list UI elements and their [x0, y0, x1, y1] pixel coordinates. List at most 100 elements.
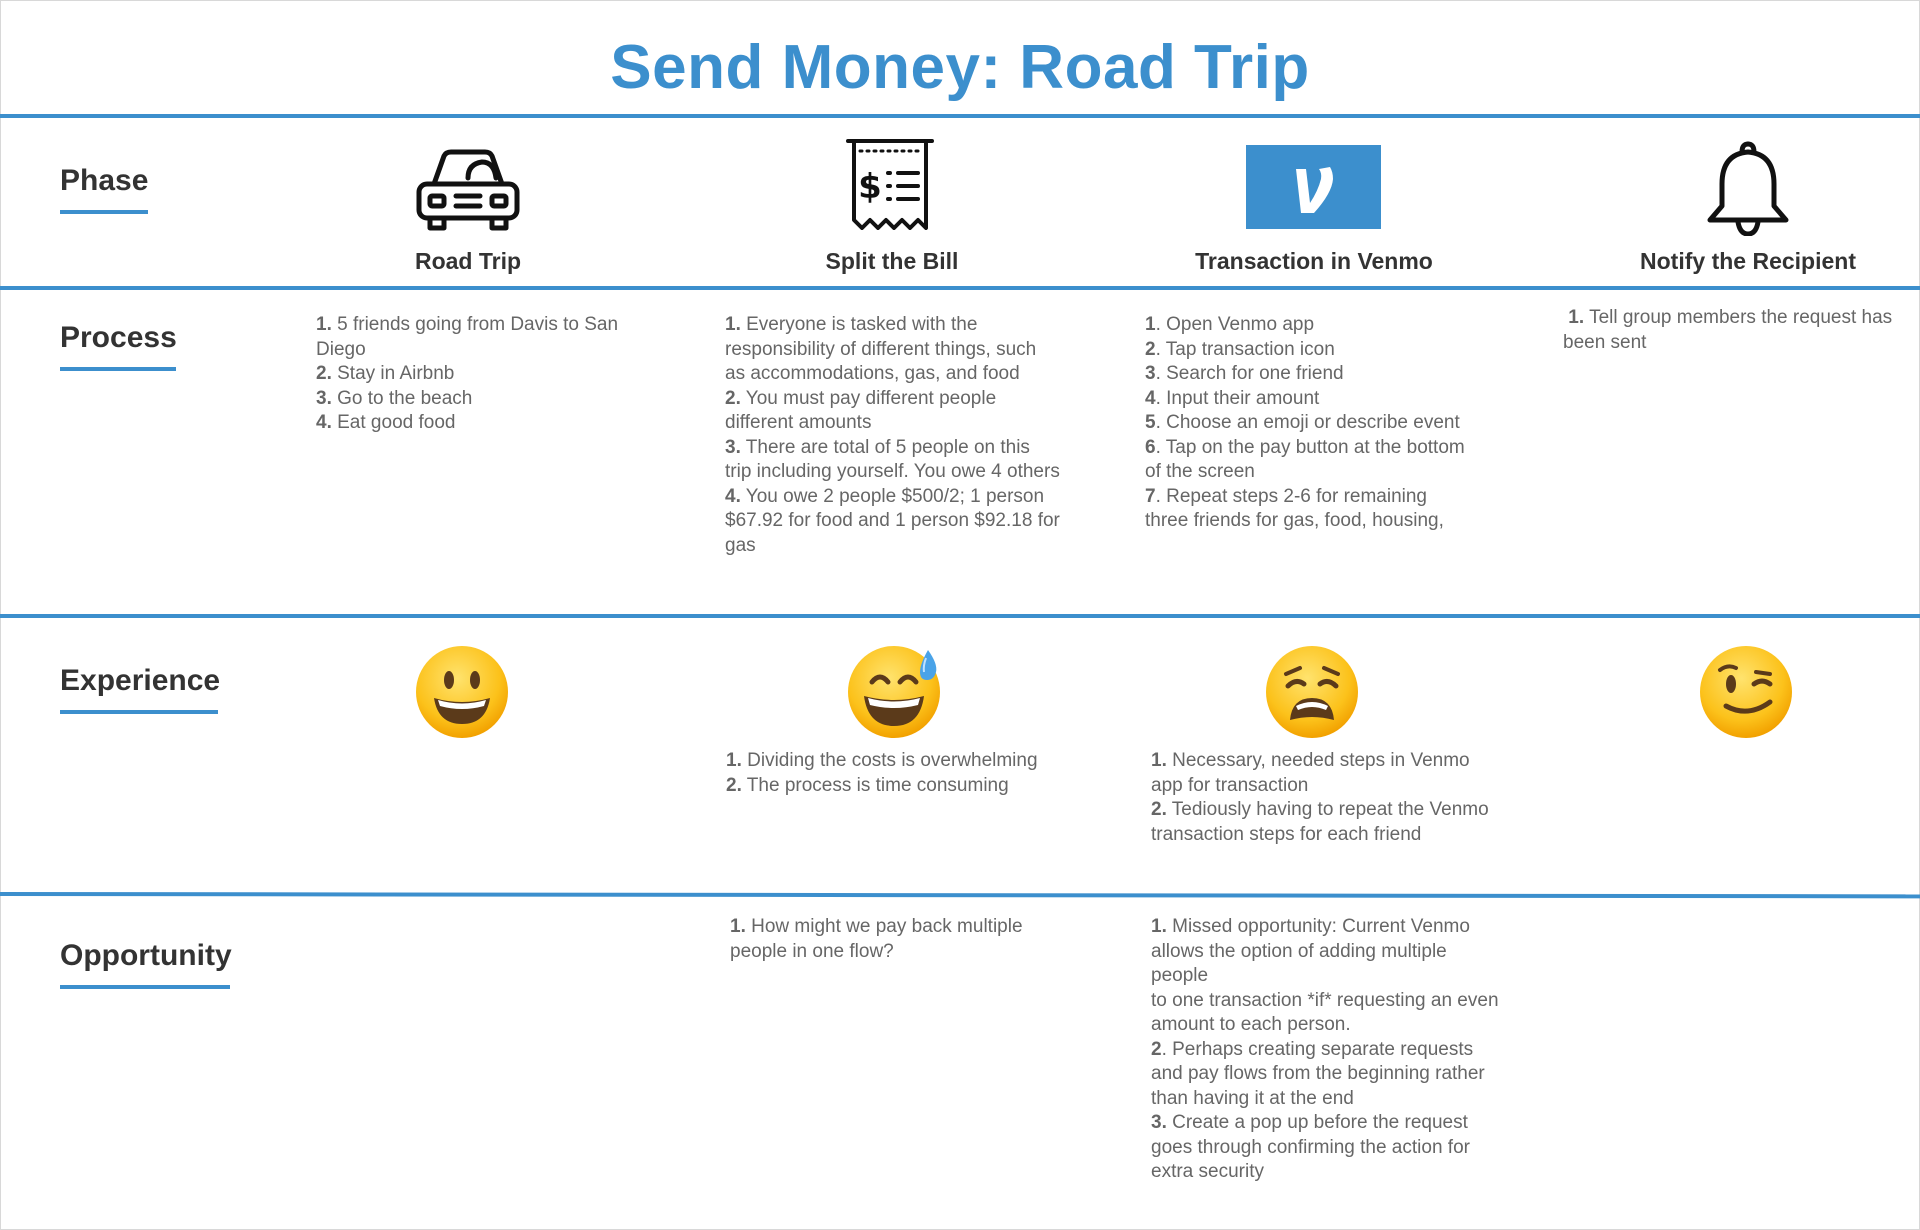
item-number: 1. [1151, 916, 1167, 937]
receipt-icon: $ [846, 139, 934, 230]
item-number: 3. [1151, 1112, 1167, 1133]
item-number: 3 [1145, 363, 1156, 384]
row-label-experience-text: Experience [60, 664, 221, 697]
list-item: 3. There are total of 5 people on this t… [725, 436, 1060, 485]
list-item: 1. How might we pay back multiple people… [730, 915, 1060, 964]
list-item: 1. Missed opportunity: Current Venmo all… [1151, 915, 1501, 989]
item-number: 1. [1151, 750, 1167, 771]
item-text: Missed opportunity: Current Venmo allows… [1151, 916, 1470, 986]
item-text: . Input their amount [1155, 387, 1320, 409]
phase-name-venmo: Transaction in Venmo [1195, 248, 1433, 274]
item-text: . Open Venmo app [1155, 314, 1315, 335]
list-item: 4. You owe 2 people $500/2; 1 person $67… [725, 485, 1060, 559]
item-text: . Choose an emoji or describe event [1155, 412, 1460, 433]
phase-name-road-trip: Road Trip [414, 248, 522, 274]
item-number: 1. [1568, 307, 1585, 328]
item-text: Tediously having to repeat the Venmo tra… [1151, 799, 1489, 845]
row-label-experience: Experience [60, 664, 220, 714]
row-label-underline [60, 367, 176, 371]
item-text: . Perhaps creating separate requests and… [1151, 1038, 1485, 1109]
sweat-smile-face-icon [848, 646, 940, 738]
item-text: . Tap transaction icon [1155, 338, 1335, 360]
item-text: Necessary, needed steps in Venmo app for… [1151, 750, 1470, 796]
divider-header [0, 114, 1920, 118]
row-label-phase: Phase [60, 164, 148, 214]
winking-face-icon [1700, 646, 1792, 738]
row-label-underline [60, 210, 148, 214]
item-text: How might we pay back multiple people in… [730, 916, 1023, 962]
list-item: 5. Choose an emoji or describe event [1145, 411, 1475, 436]
item-number: 5 [1145, 412, 1156, 433]
item-number: 3. [725, 436, 741, 458]
item-number: 1. [726, 750, 742, 771]
divider-phase [0, 286, 1920, 290]
experience-notes-venmo: 1. Necessary, needed steps in Venmo app … [1151, 749, 1496, 847]
row-label-opportunity-text: Opportunity [60, 939, 232, 972]
venmo-v-icon [1296, 167, 1333, 213]
item-number: 2 [1151, 1038, 1162, 1060]
item-text: Create a pop up before the request goes … [1151, 1112, 1470, 1182]
item-text: Stay in Airbnb [331, 363, 455, 384]
experience-notes-split-bill: 1. Dividing the costs is overwhelming 2.… [726, 749, 1066, 798]
item-text: 5 friends going from Davis to San Diego [316, 314, 619, 360]
item-number: 1 [1145, 314, 1156, 335]
phase-name-notify: Notify the Recipient [1640, 248, 1856, 274]
car-icon [416, 149, 520, 231]
row-label-process-text: Process [60, 321, 177, 354]
list-item: 2. Stay in Airbnb [316, 362, 626, 387]
item-number: 4. [725, 485, 741, 507]
list-item: 1. Open Venmo app [1145, 313, 1475, 338]
grinning-face-icon [416, 646, 508, 738]
item-number: 1. [316, 314, 332, 335]
item-text: . Tap on the pay button at the bottom of… [1145, 436, 1465, 483]
list-item: 7. Repeat steps 2-6 for remaining three … [1145, 485, 1475, 534]
item-text: Tell group members the request has been … [1563, 307, 1893, 353]
item-text: You must pay different people different … [725, 387, 997, 434]
phase-name-split-bill: Split the Bill [825, 248, 959, 274]
item-number: 2. [725, 387, 741, 409]
process-cell-split-bill: 1. Everyone is tasked with the responsib… [725, 313, 1060, 558]
list-item: 3. Create a pop up before the request go… [1151, 1111, 1501, 1185]
list-item: 1. Necessary, needed steps in Venmo app … [1151, 749, 1496, 798]
item-text: You owe 2 people $500/2; 1 person $67.92… [725, 485, 1060, 556]
row-label-underline [60, 710, 218, 714]
item-number: 4 [1145, 387, 1156, 409]
list-item: 6. Tap on the pay button at the bottom o… [1145, 436, 1475, 485]
weary-face-icon [1266, 646, 1358, 738]
item-number: 3. [316, 387, 332, 409]
item-number: 2. [726, 774, 742, 796]
list-item: 2. You must pay different people differe… [725, 387, 1060, 436]
list-item: 4. Eat good food [316, 411, 626, 436]
item-text: Eat good food [331, 412, 456, 433]
page-title: Send Money: Road Trip [610, 33, 1310, 102]
process-cell-venmo: 1. Open Venmo app 2. Tap transaction ico… [1145, 313, 1475, 534]
item-number: 7 [1145, 485, 1156, 507]
item-text: Dividing the costs is overwhelming [741, 750, 1038, 771]
venmo-logo-icon [1246, 145, 1381, 229]
list-item: 3. Search for one friend [1145, 362, 1475, 387]
item-number: 2. [316, 363, 332, 384]
list-item: 2. Perhaps creating separate requests an… [1151, 1038, 1501, 1112]
process-cell-road-trip: 1. 5 friends going from Davis to San Die… [316, 313, 626, 436]
item-text: The process is time consuming [741, 774, 1009, 796]
item-text: to one transaction *if* requesting an ev… [1151, 989, 1499, 1036]
item-number: 4. [316, 412, 332, 433]
opportunity-cell-split-bill: 1. How might we pay back multiple people… [730, 915, 1060, 964]
item-text: . Search for one friend [1155, 363, 1344, 384]
svg-text:$: $ [858, 167, 882, 207]
list-item: 2. The process is time consuming [726, 774, 1066, 799]
list-item: to one transaction *if* requesting an ev… [1151, 989, 1501, 1038]
item-number: 1. [730, 916, 746, 937]
item-text: Go to the beach [331, 387, 473, 409]
row-label-process: Process [60, 321, 177, 371]
item-number: 2 [1145, 338, 1156, 360]
list-item: 2. Tap transaction icon [1145, 338, 1475, 363]
item-text: Everyone is tasked with the responsibili… [725, 314, 1037, 384]
item-text: There are total of 5 people on this trip… [725, 436, 1060, 483]
list-item: 1. Dividing the costs is overwhelming [726, 749, 1066, 774]
list-item: 1. Tell group members the request has be… [1563, 306, 1893, 355]
list-item: 1. Everyone is tasked with the responsib… [725, 313, 1060, 387]
item-number: 1. [725, 314, 741, 335]
bell-icon [1707, 141, 1789, 236]
row-label-underline [60, 985, 230, 989]
